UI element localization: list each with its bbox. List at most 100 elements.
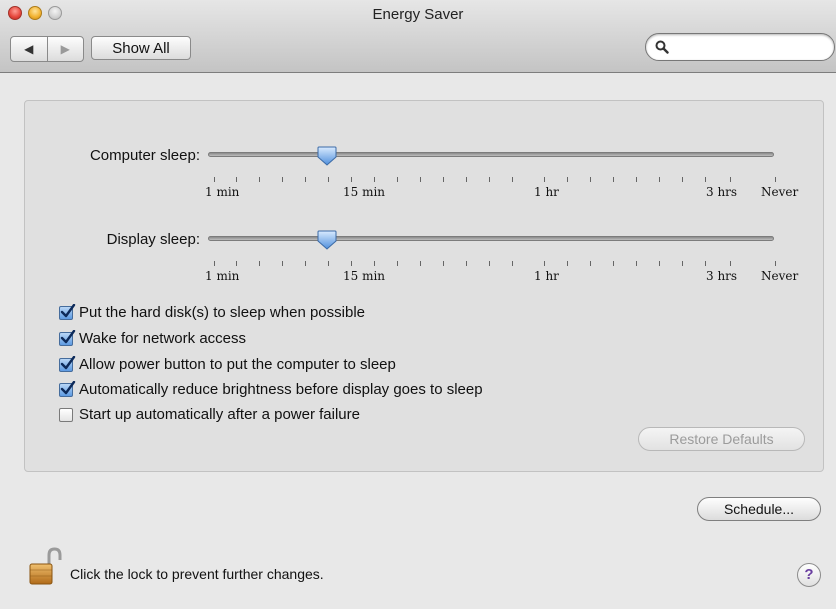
lock-status-text: Click the lock to prevent further change… (70, 566, 324, 582)
forward-button[interactable]: ▶ (46, 37, 84, 61)
computer-sleep-tick-label-never: Never (761, 185, 799, 199)
slider-tick-mark (443, 261, 444, 266)
slider-tick-mark (328, 177, 329, 182)
computer-sleep-tick-label-3hrs: 3 hrs (706, 185, 738, 199)
slider-tick-mark (236, 177, 237, 182)
auto-startup-label: Start up automatically after a power fai… (79, 406, 360, 423)
slider-knob-icon (317, 230, 337, 250)
checkmark-icon (60, 303, 76, 317)
hard-disk-sleep-label: Put the hard disk(s) to sleep when possi… (79, 304, 365, 321)
forward-arrow-icon: ▶ (60, 42, 70, 56)
display-sleep-tick-label-never: Never (761, 269, 799, 283)
reduce-brightness-checkbox-row[interactable]: Automatically reduce brightness before d… (59, 380, 483, 398)
checkmark-icon (60, 355, 76, 369)
computer-sleep-slider-knob[interactable] (316, 145, 338, 167)
slider-tick-mark (282, 177, 283, 182)
display-sleep-tick-label-1hr: 1 hr (534, 269, 559, 283)
checkmark-icon (60, 329, 76, 343)
wake-network-checkbox[interactable] (59, 329, 76, 346)
display-sleep-slider-track[interactable] (208, 236, 774, 241)
power-button-sleep-checkbox-row[interactable]: Allow power button to put the computer t… (59, 355, 396, 373)
slider-tick-mark (489, 261, 490, 266)
slider-tick-mark (636, 177, 637, 182)
slider-tick-mark (282, 261, 283, 266)
computer-sleep-tick-label-1hr: 1 hr (534, 185, 559, 199)
show-all-button[interactable]: Show All (91, 36, 191, 60)
checkmark-icon (60, 380, 76, 394)
slider-tick-mark (567, 261, 568, 266)
slider-tick-mark (443, 177, 444, 182)
slider-tick-mark (305, 261, 306, 266)
auto-startup-checkbox-row[interactable]: Start up automatically after a power fai… (59, 406, 360, 423)
help-question-icon: ? (804, 566, 814, 583)
slider-tick-mark (397, 261, 398, 266)
slider-tick-mark (259, 177, 260, 182)
slider-tick-mark (544, 261, 545, 266)
computer-sleep-label: Computer sleep: (89, 147, 200, 164)
search-icon (655, 40, 669, 54)
slider-tick-mark (659, 177, 660, 182)
slider-tick-mark (489, 177, 490, 182)
slider-tick-mark (682, 177, 683, 182)
slider-tick-mark (305, 177, 306, 182)
window-titlebar: Energy Saver ◀ ▶ Show All (0, 0, 836, 73)
computer-sleep-slider-track[interactable] (208, 152, 774, 157)
schedule-button[interactable]: Schedule... (697, 497, 821, 521)
power-button-sleep-label: Allow power button to put the computer t… (79, 356, 396, 373)
slider-tick-mark (214, 261, 215, 266)
slider-tick-mark (512, 177, 513, 182)
slider-tick-mark (374, 261, 375, 266)
hard-disk-sleep-checkbox-row[interactable]: Put the hard disk(s) to sleep when possi… (59, 303, 365, 321)
window-title: Energy Saver (372, 6, 464, 23)
search-field[interactable] (645, 33, 835, 61)
computer-sleep-tick-label-15min: 15 min (343, 185, 386, 199)
slider-tick-mark (466, 177, 467, 182)
slider-tick-mark (351, 177, 352, 182)
wake-network-checkbox-row[interactable]: Wake for network access (59, 329, 246, 347)
computer-sleep-tick-label-1min: 1 min (205, 185, 240, 199)
slider-tick-mark (420, 177, 421, 182)
slider-tick-mark (705, 177, 706, 182)
restore-defaults-button[interactable]: Restore Defaults (638, 427, 805, 451)
slider-tick-mark (420, 261, 421, 266)
slider-tick-mark (397, 177, 398, 182)
hard-disk-sleep-checkbox[interactable] (59, 303, 76, 320)
reduce-brightness-checkbox[interactable] (59, 380, 76, 397)
slider-tick-mark (590, 261, 591, 266)
slider-tick-mark (730, 177, 731, 182)
slider-tick-mark (730, 261, 731, 266)
navigation-buttons: ◀ ▶ (10, 36, 84, 62)
slider-knob-icon (317, 146, 337, 166)
slider-tick-mark (214, 177, 215, 182)
auto-startup-checkbox[interactable] (59, 407, 73, 422)
slider-tick-mark (259, 261, 260, 266)
slider-tick-mark (613, 261, 614, 266)
back-button[interactable]: ◀ (11, 37, 47, 61)
slider-tick-mark (236, 261, 237, 266)
slider-tick-mark (705, 261, 706, 266)
slider-tick-mark (351, 261, 352, 266)
slider-tick-mark (567, 177, 568, 182)
wake-network-label: Wake for network access (79, 330, 246, 347)
slider-tick-mark (775, 177, 776, 182)
back-arrow-icon: ◀ (24, 42, 34, 56)
slider-tick-mark (466, 261, 467, 266)
reduce-brightness-label: Automatically reduce brightness before d… (79, 381, 483, 398)
slider-tick-mark (544, 177, 545, 182)
slider-tick-mark (613, 177, 614, 182)
display-sleep-tick-label-3hrs: 3 hrs (706, 269, 738, 283)
display-sleep-slider-knob[interactable] (316, 229, 338, 251)
slider-tick-mark (636, 261, 637, 266)
help-button[interactable]: ? (797, 563, 821, 587)
power-button-sleep-checkbox[interactable] (59, 355, 76, 372)
search-input[interactable] (674, 38, 828, 58)
slider-tick-mark (374, 177, 375, 182)
slider-tick-mark (775, 261, 776, 266)
slider-tick-mark (512, 261, 513, 266)
display-sleep-tick-label-1min: 1 min (205, 269, 240, 283)
display-sleep-tick-label-15min: 15 min (343, 269, 386, 283)
slider-tick-mark (328, 261, 329, 266)
slider-tick-mark (590, 177, 591, 182)
unlocked-padlock-icon (29, 547, 62, 585)
lock-button[interactable] (28, 546, 64, 591)
